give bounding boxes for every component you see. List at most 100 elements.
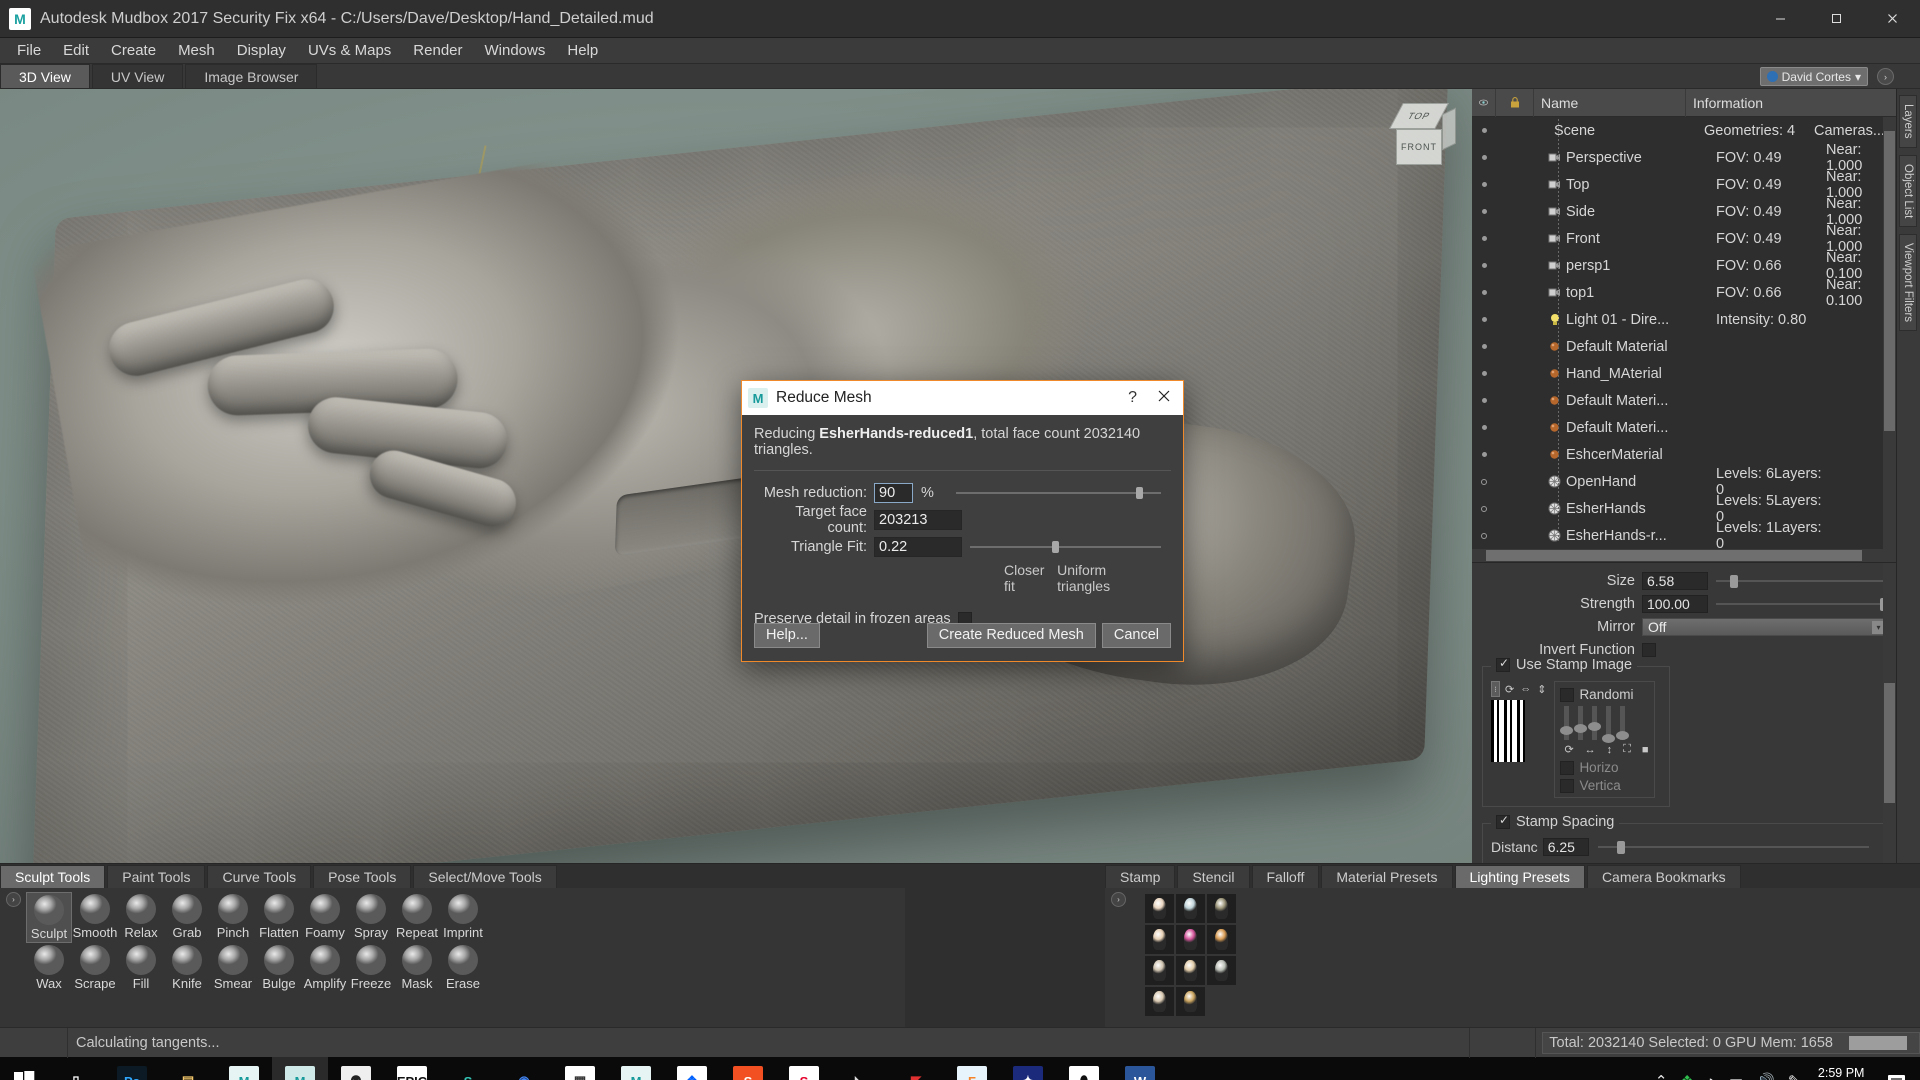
triangle-fit-input[interactable]: 0.22 [874,536,962,557]
help-button[interactable]: Help... [754,622,820,648]
slider-knob[interactable] [1560,726,1574,735]
lock-column-icon[interactable] [1496,88,1534,117]
tab-uv-view[interactable]: UV View [91,64,184,88]
visibility-toggle[interactable] [1472,290,1496,295]
pen-icon[interactable]: ✎ [1788,1072,1801,1080]
triangle-fit-slider[interactable] [970,537,1161,557]
side-tab-object-list[interactable]: Object List [1899,154,1917,227]
mudbox-mobu-icon[interactable]: M [216,1057,272,1080]
tab-pose-tools[interactable]: Pose Tools [313,865,412,888]
object-list-row[interactable]: top1 FOV: 0.66 Near: 0.100 [1472,277,1896,309]
lighting-preset-item[interactable] [1176,956,1205,985]
tab-lighting-presets[interactable]: Lighting Presets [1454,865,1585,888]
tool-relax[interactable]: Relax [118,892,164,943]
object-list-row[interactable]: Front FOV: 0.49 Near: 1.000 [1472,223,1896,255]
wifi-icon[interactable]: ◗ [1707,1073,1716,1080]
unity-icon[interactable]: ◣ [832,1057,888,1080]
task-view-icon[interactable]: ▯ [48,1057,104,1080]
lighting-preset-item[interactable] [1207,925,1236,954]
tray-expand-icon[interactable]: › [6,892,21,907]
mudbox-icon[interactable]: M [272,1057,328,1080]
visibility-toggle[interactable] [1472,317,1496,322]
object-list[interactable]: Scene Geometries: 4 Cameras... Perspective F… [1472,117,1896,549]
reduce-mesh-dialog[interactable]: M Reduce Mesh ? Reducing EsherHands-redu… [741,380,1184,662]
visibility-toggle[interactable] [1472,532,1496,539]
slider-knob[interactable] [1602,734,1616,743]
rotate-icon[interactable]: ⟳ [1505,683,1514,696]
visibility-toggle[interactable] [1472,155,1496,160]
visibility-toggle[interactable] [1472,398,1496,403]
menu-create[interactable]: Create [100,39,167,62]
close-icon[interactable] [1157,389,1171,408]
object-list-row[interactable]: EsherHands Levels: 5Layers: 0 [1472,493,1896,525]
fusion360-icon[interactable]: F [944,1057,1000,1080]
scrollbar-thumb[interactable] [1486,550,1862,561]
viewport-3d[interactable]: TOP FRONT [0,89,1472,863]
tool-imprint[interactable]: Imprint [440,892,486,943]
view-cube-top-face[interactable]: TOP [1389,103,1449,129]
tool-freeze[interactable]: Freeze [348,943,394,992]
stamp-image-thumbnail[interactable] [1491,700,1525,762]
user-account-chip[interactable]: David Cortes ▾ [1759,67,1868,86]
dropbox-icon[interactable]: ❖ [664,1057,720,1080]
properties-vertical-scrollbar[interactable] [1883,563,1896,863]
visibility-toggle[interactable] [1472,128,1496,133]
object-list-row[interactable]: Side FOV: 0.49 Near: 1.000 [1472,196,1896,228]
tab-sculpt-tools[interactable]: Sculpt Tools [0,865,106,888]
object-list-row[interactable]: Default Materi... [1472,414,1896,441]
tab-stencil[interactable]: Stencil [1177,865,1250,888]
battery-icon[interactable]: ▭ [1729,1072,1743,1080]
tab-camera-bookmarks[interactable]: Camera Bookmarks [1586,865,1741,888]
photoshop-icon[interactable]: Ps [104,1057,160,1080]
menu-display[interactable]: Display [226,39,297,62]
mirror-dropdown[interactable]: Off ▾ [1642,618,1888,636]
lighting-preset-item[interactable] [1176,987,1205,1016]
tool-grab[interactable]: Grab [164,892,210,943]
scrollbar-thumb[interactable] [1884,683,1895,803]
tool-smear[interactable]: Smear [210,943,256,992]
object-list-row[interactable]: EshcerMaterial [1472,441,1896,468]
tab-3d-view[interactable]: 3D View [0,64,90,88]
clock[interactable]: 2:59 PM 5/23/2017 [1813,1066,1869,1080]
visibility-toggle[interactable] [1472,478,1496,485]
column-header-information[interactable]: Information [1686,89,1896,117]
tool-smooth[interactable]: Smooth [72,892,118,943]
vertical-arrows-icon[interactable]: ↕ [1607,744,1613,756]
visibility-toggle[interactable] [1472,452,1496,457]
invert-function-checkbox[interactable] [1642,643,1656,657]
tool-mask[interactable]: Mask [394,943,440,992]
minimize-icon[interactable] [1752,0,1808,38]
windows-start-icon[interactable] [0,1057,48,1080]
slider-knob[interactable] [1574,724,1588,733]
scale-icon[interactable]: ⛶ [1623,743,1631,756]
visibility-toggle[interactable] [1472,236,1496,241]
flip-horizontal-icon[interactable]: ⇔ [1520,683,1531,695]
tool-amplify[interactable]: Amplify [302,943,348,992]
slider-knob[interactable] [1588,722,1602,731]
distance-slider[interactable] [1597,838,1869,856]
object-list-row[interactable]: Default Material [1472,333,1896,360]
tab-curve-tools[interactable]: Curve Tools [207,865,312,888]
menu-edit[interactable]: Edit [52,39,100,62]
randomize-checkbox[interactable] [1560,687,1575,702]
size-slider[interactable] [1716,572,1888,590]
target-face-count-input[interactable]: 203213 [874,509,962,530]
lighting-preset-item[interactable] [1145,894,1174,923]
stamp-spacing-checkbox[interactable] [1496,813,1510,829]
random-opacity-slider[interactable] [1616,706,1630,740]
object-list-row[interactable]: Default Materi... [1472,387,1896,414]
lighting-preset-item[interactable] [1207,894,1236,923]
panel-expand-icon[interactable]: › [1877,68,1894,85]
substance-icon[interactable]: S [440,1057,496,1080]
random-rotation-slider[interactable] [1560,706,1574,740]
lighting-preset-item[interactable] [1176,894,1205,923]
tool-bulge[interactable]: Bulge [256,943,302,992]
side-tab-viewport-filters[interactable]: Viewport Filters [1899,233,1917,331]
lighting-preset-item[interactable] [1176,925,1205,954]
object-list-row[interactable]: Scene Geometries: 4 Cameras... [1472,117,1896,144]
object-list-horizontal-scrollbar[interactable] [1472,549,1896,562]
view-cube-front-face[interactable]: FRONT [1396,129,1442,165]
tab-material-presets[interactable]: Material Presets [1321,865,1453,888]
mixamo-icon[interactable]: ✦ [1000,1057,1056,1080]
help-icon[interactable]: ? [1128,389,1137,407]
